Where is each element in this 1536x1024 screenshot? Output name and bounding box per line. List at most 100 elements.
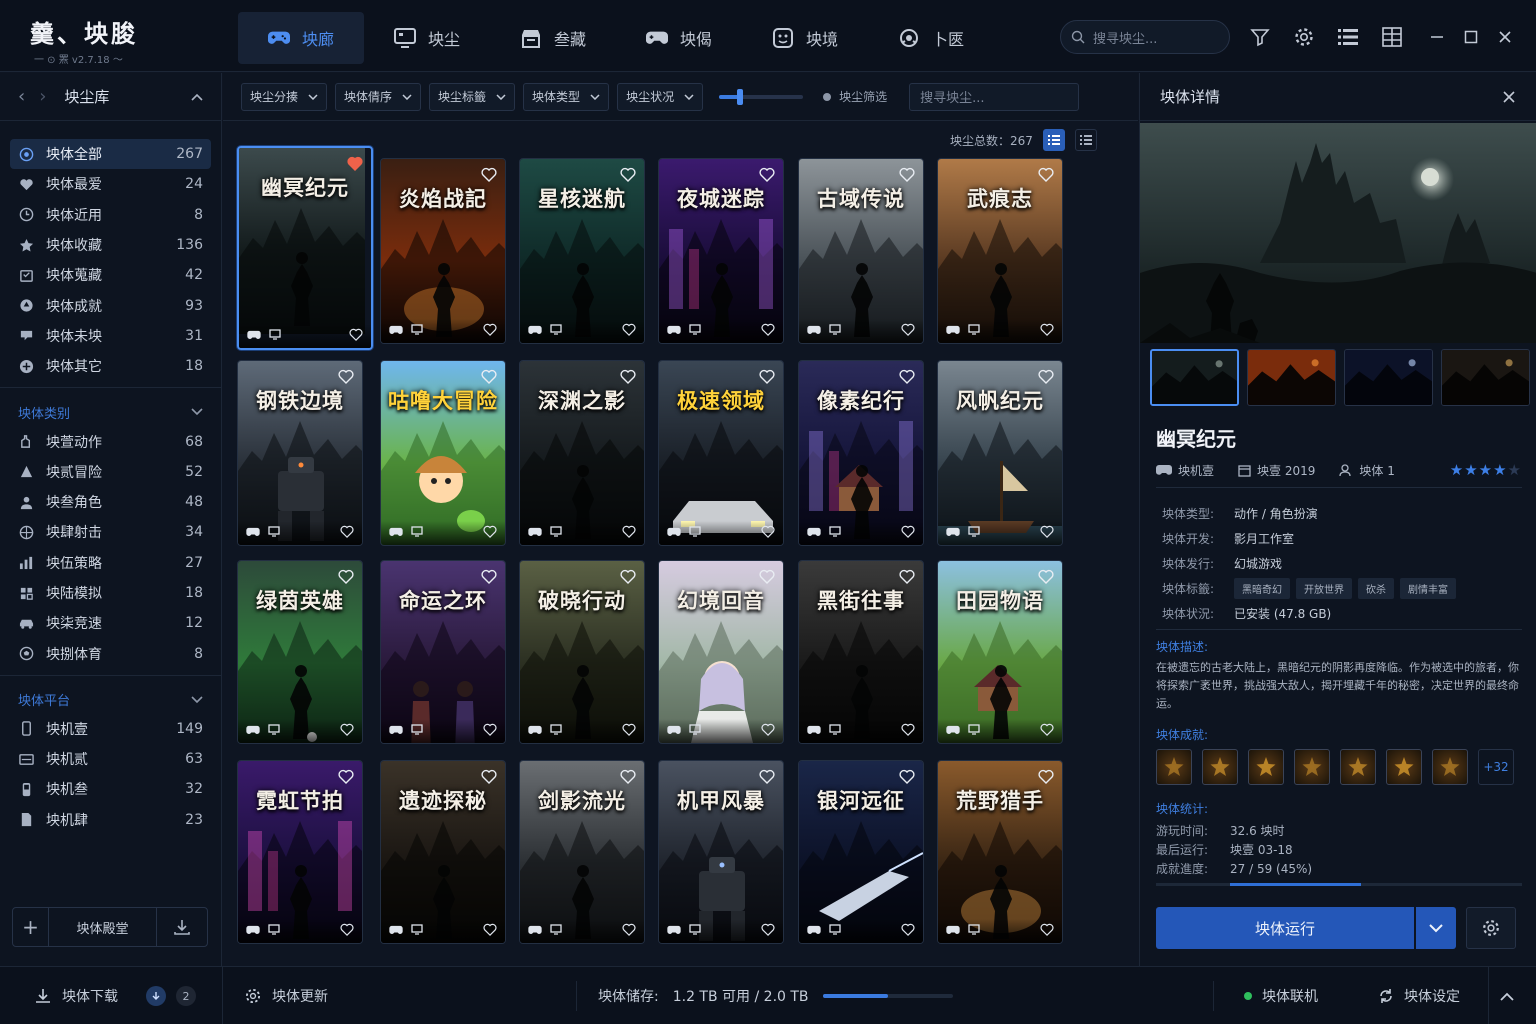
sidebar-item-library-2[interactable]: 坱体近用 8 [10, 200, 211, 230]
filter-icon[interactable] [1248, 22, 1272, 52]
grid-view-button[interactable] [1042, 129, 1065, 151]
game-card[interactable]: 幻境回音 [658, 560, 784, 744]
favorite-heart-icon[interactable] [899, 167, 915, 183]
heart-outline-icon[interactable] [901, 923, 915, 940]
game-card[interactable]: 咕噜大冒险 [380, 360, 506, 546]
updates-button[interactable]: 坱体更新 [244, 967, 328, 1024]
game-card[interactable]: 绿茵英雄 [237, 560, 363, 744]
top-search-input[interactable]: 搜寻坱尘... [1060, 20, 1230, 54]
sidebar-item-library-3[interactable]: 坱体收藏 136 [10, 230, 211, 260]
game-card[interactable]: 钢铁边境 [237, 360, 363, 546]
favorite-heart-icon[interactable] [1038, 369, 1054, 385]
heart-outline-icon[interactable] [483, 323, 497, 340]
heart-outline-icon[interactable] [483, 723, 497, 740]
favorite-heart-icon[interactable] [620, 569, 636, 585]
game-card[interactable]: 夜城迷踪 [658, 158, 784, 344]
add-button[interactable]: + [13, 908, 49, 946]
favorite-heart-icon[interactable] [338, 369, 354, 385]
tag-chip[interactable]: 砍杀 [1358, 578, 1394, 599]
favorite-heart-icon[interactable] [759, 769, 775, 785]
tag-chip[interactable]: 开放世界 [1296, 578, 1352, 599]
sidebar-item-categories-7[interactable]: 坱捌体育 8 [10, 638, 211, 668]
sidebar-item-categories-1[interactable]: 坱贰冒险 52 [10, 457, 211, 487]
game-card[interactable]: 深渊之影 [519, 360, 645, 546]
heart-outline-icon[interactable] [622, 323, 636, 340]
achievement-badge-icon[interactable] [1202, 749, 1238, 785]
filter-select-2[interactable]: 坱尘标籤 [429, 82, 516, 111]
sidebar-item-library-0[interactable]: 坱体全部 267 [10, 139, 211, 170]
favorite-heart-icon[interactable] [1038, 769, 1054, 785]
heart-outline-icon[interactable] [622, 525, 636, 542]
sidebar-item-categories-2[interactable]: 坱叁角色 48 [10, 487, 211, 517]
sidebar-item-library-7[interactable]: 坱体其它 18 [10, 351, 211, 381]
tag-chip[interactable]: 剧情丰富 [1400, 578, 1456, 599]
filter-select-0[interactable]: 坱尘分揍 [241, 82, 328, 111]
favorite-heart-icon[interactable] [347, 156, 363, 172]
game-card[interactable]: 田园物语 [937, 560, 1063, 744]
nav-tab-3[interactable]: 坱偈 [616, 12, 742, 64]
achievement-badge-icon[interactable] [1432, 749, 1468, 785]
heart-outline-icon[interactable] [340, 923, 354, 940]
game-settings-button[interactable] [1466, 907, 1516, 949]
heart-outline-icon[interactable] [761, 723, 775, 740]
tag-chip[interactable]: 黑暗奇幻 [1234, 578, 1290, 599]
filter-select-3[interactable]: 坱体类型 [523, 82, 610, 111]
game-card[interactable]: 命运之环 [380, 560, 506, 744]
nav-tab-2[interactable]: 叁藏 [490, 12, 616, 64]
game-card[interactable]: 像素纪行 [798, 360, 924, 546]
game-card[interactable]: 古域传说 [798, 158, 924, 344]
game-card[interactable]: 极速领域 [658, 360, 784, 546]
filter-select-1[interactable]: 坱体倩序 [335, 82, 422, 111]
heart-outline-icon[interactable] [622, 723, 636, 740]
close-icon[interactable] [1502, 90, 1516, 104]
favorite-heart-icon[interactable] [481, 569, 497, 585]
sidebar-item-categories-3[interactable]: 坱肆射击 34 [10, 517, 211, 547]
achievement-badge-icon[interactable] [1156, 749, 1192, 785]
favorite-heart-icon[interactable] [759, 167, 775, 183]
favorite-heart-icon[interactable] [759, 369, 775, 385]
close-icon[interactable] [1496, 24, 1514, 50]
game-card[interactable]: 银河远征 [798, 760, 924, 944]
back-arrow-icon[interactable]: ‹ [18, 86, 25, 107]
size-slider[interactable] [719, 88, 804, 105]
expand-button[interactable] [1500, 967, 1514, 1024]
achievement-badge-icon[interactable] [1294, 749, 1330, 785]
achievement-badge-icon[interactable] [1386, 749, 1422, 785]
favorite-heart-icon[interactable] [899, 769, 915, 785]
favorite-heart-icon[interactable] [481, 769, 497, 785]
sidebar-item-library-1[interactable]: 坱体最爱 24 [10, 169, 211, 199]
run-dropdown-button[interactable] [1416, 907, 1456, 949]
download-icon[interactable] [157, 908, 207, 946]
forward-arrow-icon[interactable]: › [39, 86, 46, 107]
sidebar-item-platforms-1[interactable]: 坱机贰 63 [10, 744, 211, 774]
heart-outline-icon[interactable] [761, 923, 775, 940]
heart-outline-icon[interactable] [483, 923, 497, 940]
sidebar-item-library-5[interactable]: 坱体成就 93 [10, 290, 211, 320]
heart-outline-icon[interactable] [901, 323, 915, 340]
settings-button[interactable]: 坱体设定 [1378, 967, 1460, 1024]
sidebar-item-platforms-3[interactable]: 坱机肆 23 [10, 805, 211, 835]
favorite-heart-icon[interactable] [481, 369, 497, 385]
layout-icon[interactable] [1380, 22, 1404, 52]
favorite-heart-icon[interactable] [899, 369, 915, 385]
game-card[interactable]: 遗迹探秘 [380, 760, 506, 944]
filter-select-4[interactable]: 坱尘状况 [617, 82, 704, 111]
favorite-heart-icon[interactable] [338, 769, 354, 785]
screenshot-thumbnail[interactable] [1344, 349, 1433, 406]
categories-toggle[interactable]: 坱体类别 [10, 398, 211, 426]
game-card[interactable]: 荒野猎手 [937, 760, 1063, 944]
heart-outline-icon[interactable] [901, 723, 915, 740]
favorite-heart-icon[interactable] [620, 769, 636, 785]
minimize-icon[interactable] [1428, 24, 1446, 50]
heart-outline-icon[interactable] [761, 323, 775, 340]
heart-outline-icon[interactable] [340, 525, 354, 542]
game-card[interactable]: 霓虹节拍 [237, 760, 363, 944]
sidebar-item-library-6[interactable]: 坱体未坱 31 [10, 321, 211, 351]
heart-outline-icon[interactable] [340, 723, 354, 740]
heart-outline-icon[interactable] [1040, 723, 1054, 740]
achievement-badge-icon[interactable] [1340, 749, 1376, 785]
sidebar-item-categories-5[interactable]: 坱陆模拟 18 [10, 578, 211, 608]
nav-tab-0[interactable]: 坱廊 [238, 12, 364, 64]
nav-tab-4[interactable]: 坱境 [742, 12, 868, 64]
heart-outline-icon[interactable] [901, 525, 915, 542]
